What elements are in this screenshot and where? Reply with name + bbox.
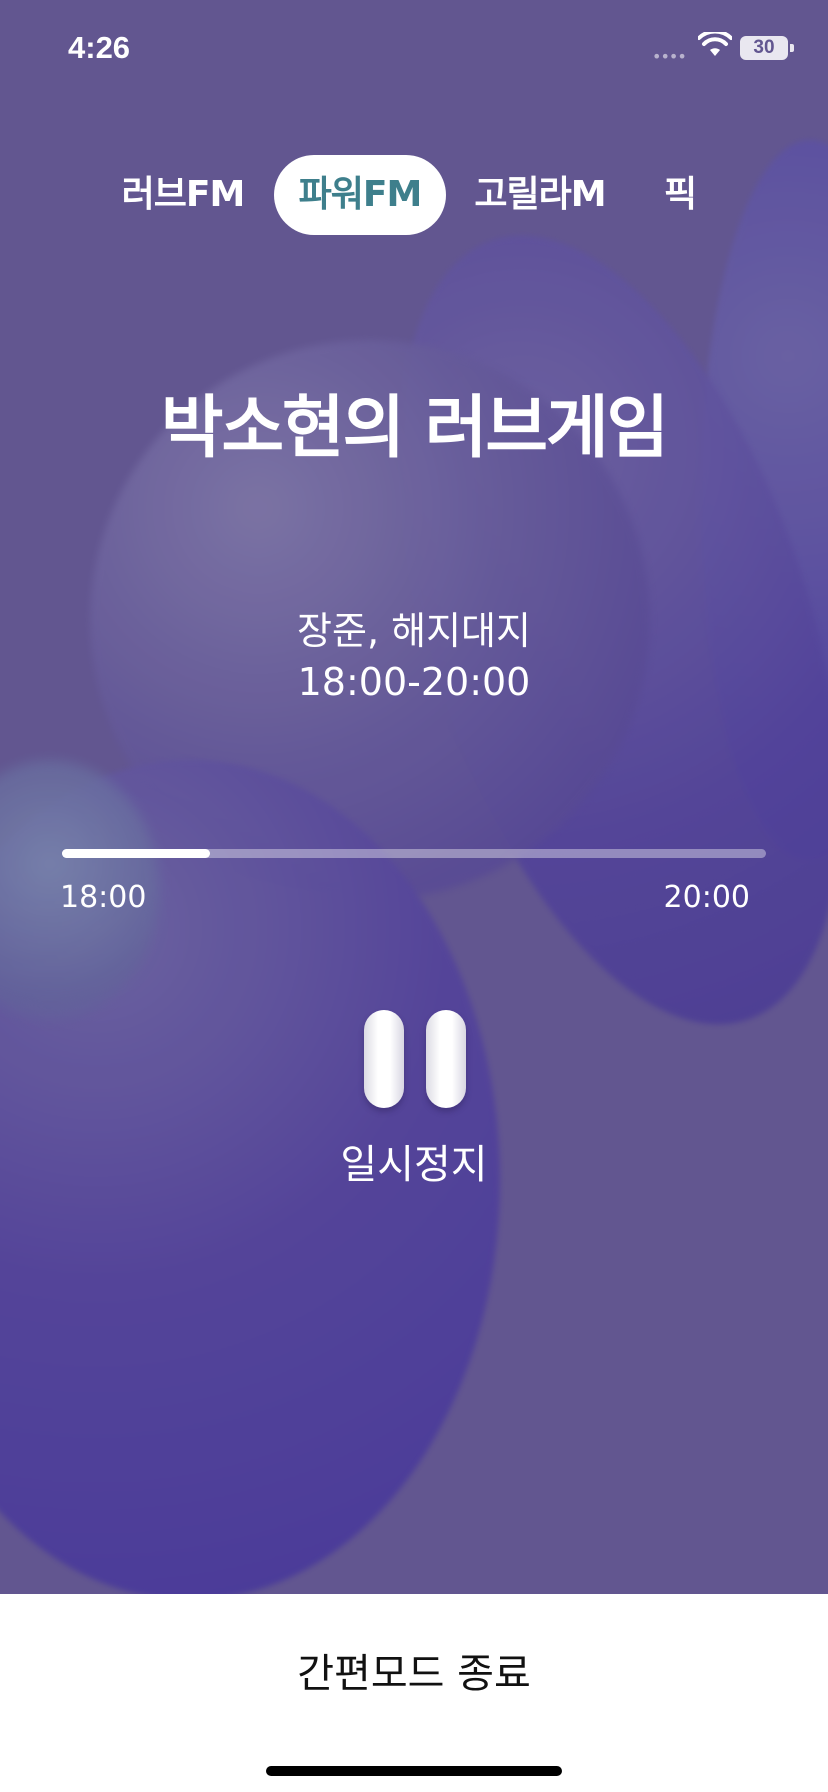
bottom-sheet: 간편모드 종료 bbox=[0, 1594, 828, 1792]
tab-love-fm[interactable]: 러브FM bbox=[112, 155, 254, 235]
pause-button[interactable] bbox=[362, 1010, 468, 1110]
exit-simple-mode-button[interactable]: 간편모드 종료 bbox=[0, 1634, 828, 1714]
program-hosts: 장준, 해지대지 bbox=[297, 609, 531, 653]
progress-bar bbox=[62, 849, 766, 858]
tab-gorilla-m[interactable]: 고릴라M bbox=[462, 155, 618, 235]
pause-icon bbox=[364, 1010, 404, 1108]
wifi-icon bbox=[698, 32, 732, 56]
program-time-range: 18:00-20:00 bbox=[297, 660, 531, 704]
progress-fill bbox=[62, 849, 210, 858]
pause-icon bbox=[426, 1010, 466, 1108]
progress-end-time: 20:00 bbox=[663, 880, 750, 915]
battery-level: 30 bbox=[753, 37, 775, 58]
pause-label: 일시정지 bbox=[340, 1142, 488, 1188]
status-bar: 4:26 •••• 30 bbox=[0, 0, 828, 100]
radio-screen: 4:26 •••• 30 러브FM 파워FM 고릴라M 픽 박소현의 러브게임 … bbox=[0, 0, 828, 1594]
tab-power-fm[interactable]: 파워FM bbox=[274, 155, 446, 235]
battery-icon: 30 bbox=[740, 36, 794, 60]
tab-pick[interactable]: 픽 bbox=[650, 155, 710, 235]
home-indicator bbox=[266, 1766, 562, 1776]
channel-tabs: 러브FM 파워FM 고릴라M 픽 bbox=[0, 155, 828, 235]
status-time: 4:26 bbox=[68, 30, 131, 65]
program-title: 박소현의 러브게임 bbox=[160, 389, 669, 468]
cellular-signal-icon: •••• bbox=[652, 47, 687, 66]
progress-start-time: 18:00 bbox=[60, 880, 147, 915]
